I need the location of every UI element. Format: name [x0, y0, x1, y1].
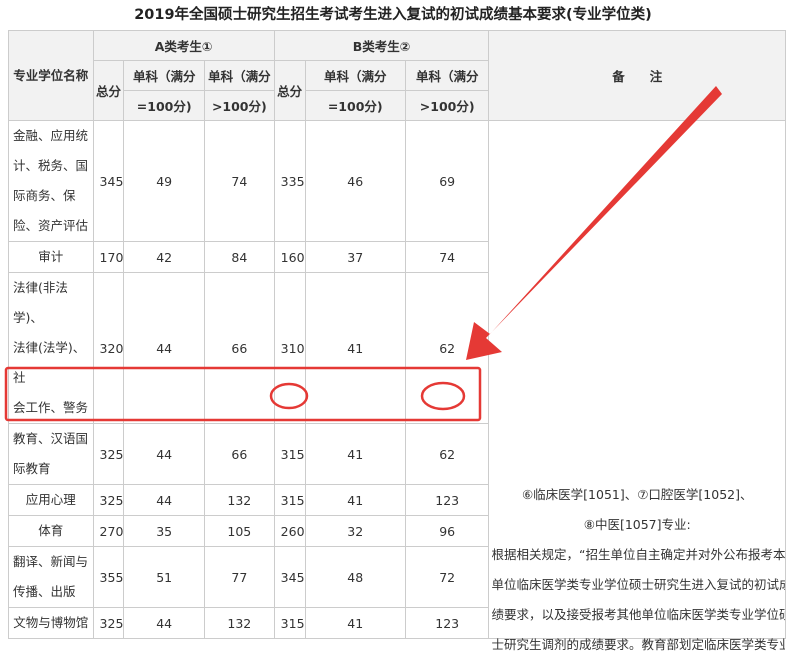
- b-single-100-cell: 41: [304, 607, 406, 639]
- a-single-gt100-cell: 132: [203, 607, 275, 639]
- arrow-icon: [466, 86, 722, 360]
- major-name-line: 传播、出版: [13, 584, 76, 599]
- major-name-line: 文物与博物馆: [13, 615, 89, 630]
- circle-315: [269, 382, 309, 410]
- a-total-cell: 325: [92, 607, 125, 639]
- b-total-cell: 315: [273, 607, 306, 639]
- circle-62: [420, 381, 466, 411]
- red-annotation-layer: [4, 86, 722, 422]
- highlight-box-education-row: [4, 366, 482, 422]
- remark-line6: 士研究生调剂的成绩要求。教育部划定临床医学类专业: [491, 637, 785, 652]
- remark-line5: 绩要求，以及接受报考其他单位临床医学类专业学位硕: [491, 607, 785, 622]
- b-single-gt100-cell: 123: [404, 607, 490, 639]
- major-name-cell: 文物与博物馆: [8, 607, 94, 639]
- a-single-100-cell: 44: [123, 607, 205, 639]
